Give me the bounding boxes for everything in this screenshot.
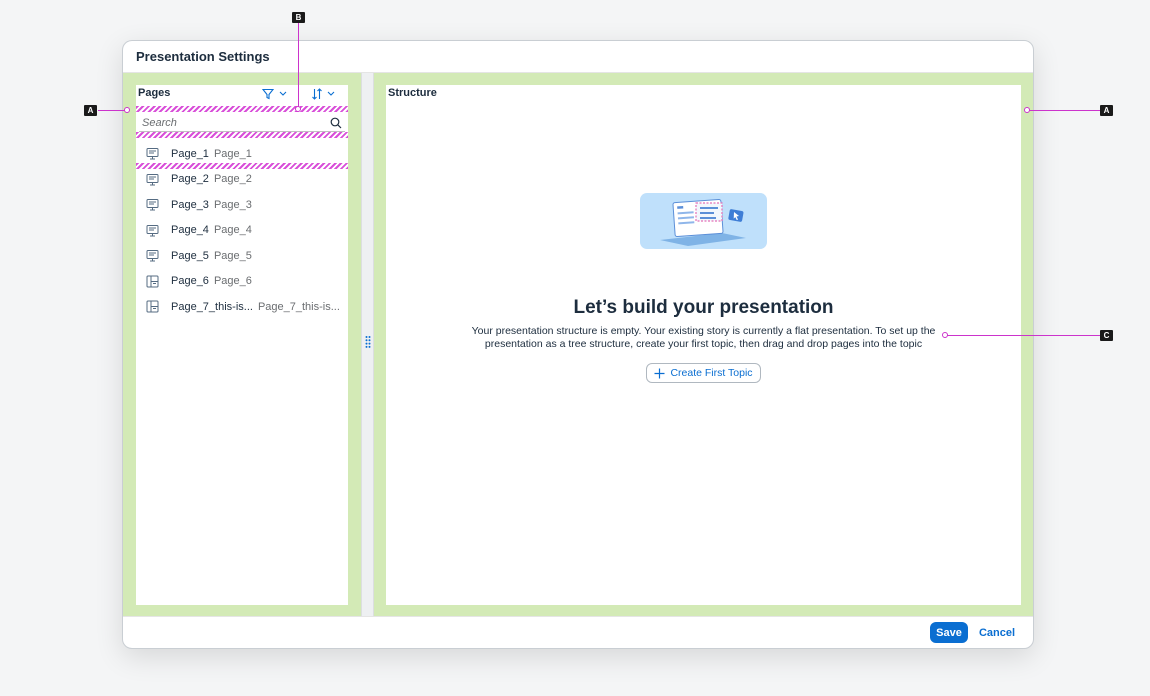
page-list-item[interactable]: Page_7_this-is... Page_7_this-is... (136, 294, 348, 320)
structure-panel: Structure Let’s build your presentation … (386, 85, 1021, 605)
page-list-item[interactable]: Page_1 Page_1 (136, 141, 348, 167)
page-list: Page_1 Page_1 Page_2 Page_2 Page_3 Page_… (136, 141, 348, 320)
highlight-hatch-top (136, 106, 348, 112)
sort-icon (312, 88, 322, 100)
page-list-item[interactable]: Page_6 Page_6 (136, 269, 348, 295)
page-name: Page_3 (171, 198, 209, 211)
empty-state-title: Let’s build your presentation (573, 297, 834, 318)
annotation-a-right-dot (1024, 107, 1030, 113)
page-description: Page_4 (213, 224, 252, 237)
presentation-icon (146, 249, 159, 262)
annotation-a-left-dot (124, 107, 130, 113)
annotation-c-dot (942, 332, 948, 338)
page-list-item[interactable]: Page_4 Page_4 (136, 218, 348, 244)
annotation-a-right-marker: A (1100, 105, 1113, 116)
chevron-down-icon (327, 91, 335, 96)
empty-state-illustration (640, 193, 767, 249)
dialog-footer: Save Cancel (123, 616, 1033, 648)
page-description: Page_1 (213, 147, 252, 160)
page-list-item[interactable]: Page_2 Page_2 (136, 167, 348, 193)
page-list-item[interactable]: Page_3 Page_3 (136, 192, 348, 218)
page-name: Page_7_this-is... (171, 300, 253, 313)
page-name: Page_4 (171, 224, 209, 237)
empty-state-description: Your presentation structure is empty. Yo… (471, 325, 936, 350)
presentation-icon (146, 198, 159, 211)
page-list-item[interactable]: Page_5 Page_5 (136, 243, 348, 269)
panel-splitter[interactable] (361, 73, 374, 617)
drag-handle-icon[interactable] (365, 335, 371, 354)
search-icon[interactable] (330, 117, 342, 129)
layout-icon (146, 275, 159, 288)
page-description: Page_3 (213, 198, 252, 211)
pages-panel: Pages Page_1 Page_1 (136, 85, 348, 605)
structure-panel-title: Structure (388, 87, 437, 99)
annotation-a-left-line (98, 110, 126, 111)
pages-panel-title: Pages (138, 87, 171, 99)
page-name: Page_5 (171, 249, 209, 262)
annotation-c-line (947, 335, 1101, 336)
search-field[interactable] (139, 114, 345, 132)
annotation-a-left-marker: A (84, 105, 97, 116)
page-description: Page_2 (213, 173, 252, 186)
page-description: Page_6 (213, 275, 252, 288)
layout-icon (146, 300, 159, 313)
highlight-hatch-middle (136, 132, 348, 138)
annotation-b-dot (295, 106, 301, 112)
annotation-b-line (298, 23, 299, 108)
create-first-topic-label: Create First Topic (670, 367, 753, 379)
annotation-b-marker: B (292, 12, 305, 23)
presentation-icon (146, 173, 159, 186)
dialog-header: Presentation Settings (123, 41, 1033, 73)
save-button[interactable]: Save (930, 622, 968, 643)
page-name: Page_1 (171, 147, 209, 160)
presentation-settings-dialog: Presentation Settings Pages Search Page_… (122, 40, 1034, 649)
filter-button[interactable] (262, 88, 287, 100)
annotation-c-marker: C (1100, 330, 1113, 341)
dialog-body: Pages Page_1 Page_1 (123, 73, 1033, 617)
create-first-topic-button[interactable]: Create First Topic (646, 363, 761, 383)
page-description: Page_7_this-is... (257, 300, 340, 313)
annotation-a-right-line (1029, 110, 1101, 111)
dialog-title: Presentation Settings (136, 49, 270, 64)
page-name: Page_6 (171, 275, 209, 288)
presentation-icon (146, 224, 159, 237)
add-icon (654, 368, 665, 378)
filter-icon (262, 88, 274, 100)
page-description: Page_5 (213, 249, 252, 262)
cancel-button[interactable]: Cancel (975, 622, 1019, 643)
chevron-down-icon (279, 91, 287, 96)
page-name: Page_2 (171, 173, 209, 186)
presentation-icon (146, 147, 159, 160)
sort-button[interactable] (311, 88, 335, 100)
search-input[interactable] (142, 116, 330, 129)
